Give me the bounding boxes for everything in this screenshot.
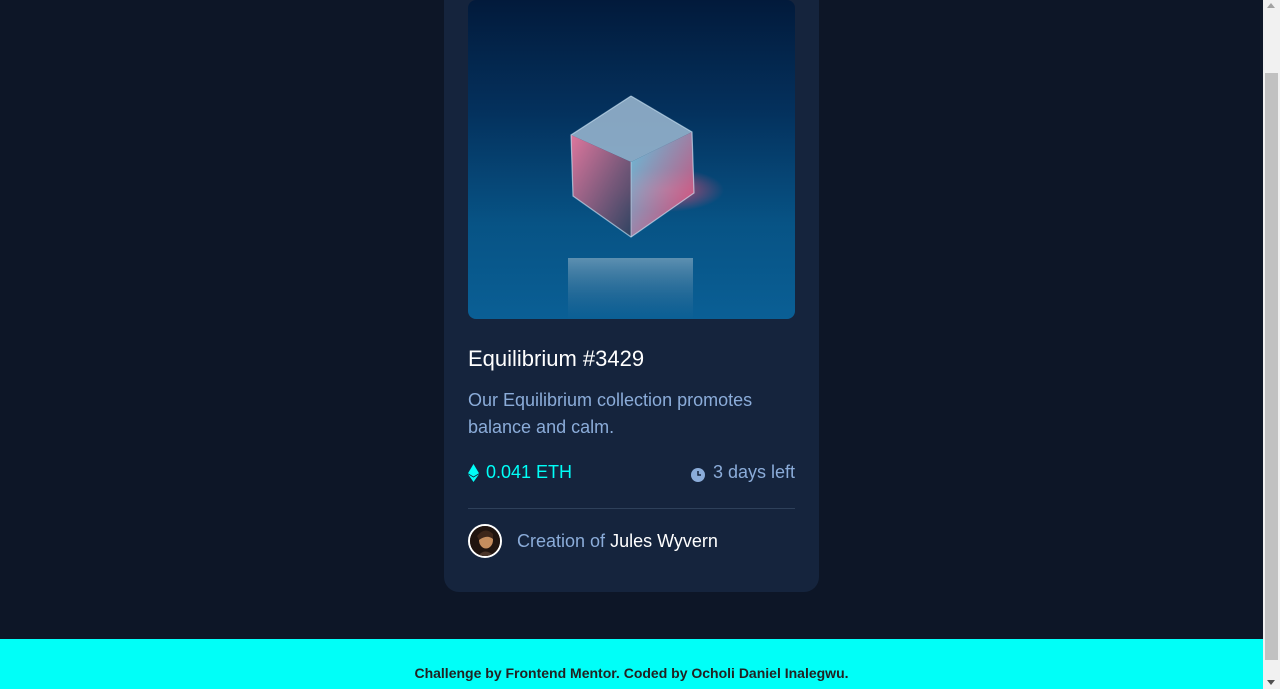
card-title[interactable]: Equilibrium #3429 [468,346,644,372]
scrollbar-thumb[interactable] [1265,73,1278,660]
price: 0.041 ETH [468,462,572,483]
attribution: Challenge by Frontend Mentor. Coded by O… [414,665,849,681]
avatar [468,524,502,558]
footer: Challenge by Frontend Mentor. Coded by O… [0,639,1263,689]
scroll-up-arrow-icon[interactable] [1267,3,1275,8]
creator: Creation of Jules Wyvern [468,524,718,558]
creator-prefix: Creation of [517,530,606,551]
divider [468,508,795,509]
time-left-value: 3 days left [712,462,795,482]
card-description: Our Equilibrium collection promotes bala… [468,390,753,437]
nft-image[interactable] [468,0,795,319]
clock-icon [690,466,705,482]
price-value: 0.041 ETH [486,462,573,482]
price-row: 0.041 ETH 3 days left [468,462,795,486]
creator-name[interactable]: Jules Wyvern [610,531,718,551]
scroll-down-arrow-icon[interactable] [1267,680,1275,685]
nft-card: Equilibrium #3429 Our Equilibrium collec… [444,0,819,592]
creator-text: Creation of Jules Wyvern [517,531,718,552]
vertical-scrollbar[interactable] [1263,0,1280,689]
time-remaining: 3 days left [690,462,795,483]
ethereum-icon [468,463,479,482]
page: Equilibrium #3429 Our Equilibrium collec… [0,0,1263,689]
